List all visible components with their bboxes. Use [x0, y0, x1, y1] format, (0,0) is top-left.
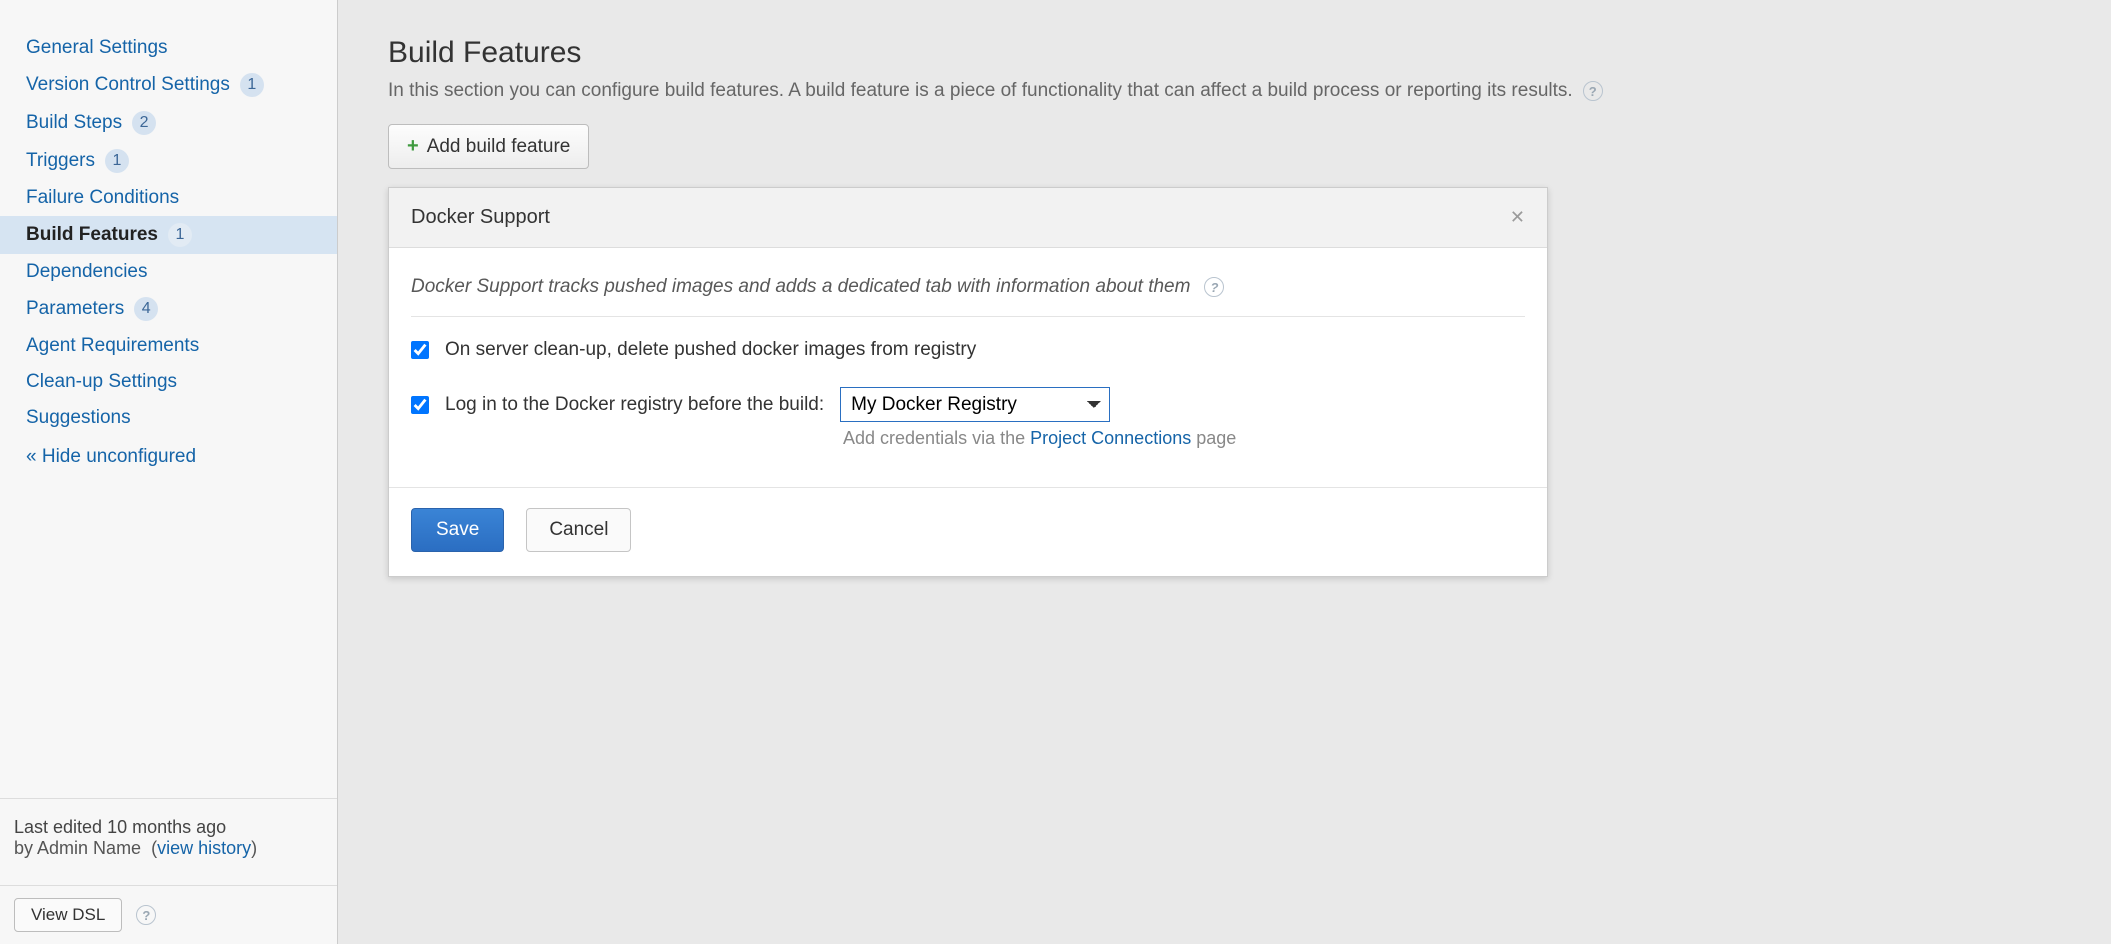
nav-build-features[interactable]: Build Features 1 [0, 216, 337, 254]
nav-label: Version Control Settings [26, 74, 230, 96]
panel-title: Docker Support [411, 206, 550, 229]
nav-failure-conditions[interactable]: Failure Conditions [0, 180, 337, 216]
hint-prefix: Add credentials via the [843, 428, 1030, 448]
nav-agent-requirements[interactable]: Agent Requirements [0, 328, 337, 364]
nav-cleanup-settings[interactable]: Clean-up Settings [0, 364, 337, 400]
project-connections-link[interactable]: Project Connections [1030, 428, 1191, 448]
nav-label: Parameters [26, 298, 124, 320]
hide-unconfigured-link[interactable]: « Hide unconfigured [0, 436, 337, 496]
cancel-button[interactable]: Cancel [526, 508, 631, 552]
view-history-link[interactable]: view history [157, 838, 251, 858]
cleanup-label: On server clean-up, delete pushed docker… [445, 339, 976, 361]
sidebar: General Settings Version Control Setting… [0, 0, 338, 944]
help-icon[interactable]: ? [136, 905, 156, 925]
main-content: Build Features In this section you can c… [338, 0, 2111, 944]
add-feature-label: Add build feature [427, 136, 571, 158]
nav-triggers[interactable]: Triggers 1 [0, 142, 337, 180]
nav-label: Triggers [26, 150, 95, 172]
nav-label: Failure Conditions [26, 187, 179, 209]
add-build-feature-button[interactable]: + Add build feature [388, 124, 589, 169]
login-checkbox[interactable] [411, 396, 429, 414]
sidebar-nav: General Settings Version Control Setting… [0, 30, 337, 798]
plus-icon: + [407, 135, 419, 158]
registry-select[interactable]: My Docker Registry [840, 387, 1110, 422]
count-badge: 2 [132, 111, 156, 135]
nav-label: Build Steps [26, 112, 122, 134]
nav-label: Build Features [26, 224, 158, 246]
nav-general-settings[interactable]: General Settings [0, 30, 337, 66]
close-icon[interactable]: ✕ [1510, 207, 1525, 228]
nav-version-control-settings[interactable]: Version Control Settings 1 [0, 66, 337, 104]
login-label: Log in to the Docker registry before the… [445, 394, 824, 416]
editor-name: Admin Name [37, 838, 141, 858]
nav-label: Clean-up Settings [26, 371, 177, 393]
page-title: Build Features [388, 36, 2061, 70]
count-badge: 1 [168, 223, 192, 247]
count-badge: 1 [105, 149, 129, 173]
by-prefix: by [14, 838, 33, 858]
panel-header: Docker Support ✕ [389, 188, 1547, 248]
nav-parameters[interactable]: Parameters 4 [0, 290, 337, 328]
count-badge: 1 [240, 73, 264, 97]
panel-actions: Save Cancel [389, 487, 1547, 576]
nav-label: General Settings [26, 37, 168, 59]
help-icon[interactable]: ? [1204, 277, 1224, 297]
save-button[interactable]: Save [411, 508, 504, 552]
nav-label: Suggestions [26, 407, 131, 429]
nav-suggestions[interactable]: Suggestions [0, 400, 337, 436]
cleanup-checkbox[interactable] [411, 341, 429, 359]
panel-description: Docker Support tracks pushed images and … [411, 276, 1190, 298]
credentials-hint: Add credentials via the Project Connecti… [411, 428, 1525, 449]
docker-support-panel: Docker Support ✕ Docker Support tracks p… [388, 187, 1548, 577]
view-dsl-button[interactable]: View DSL [14, 898, 122, 932]
subtitle-text: In this section you can configure build … [388, 80, 1573, 102]
nav-label: Dependencies [26, 261, 147, 283]
view-dsl-row: View DSL ? [0, 885, 337, 944]
cleanup-row: On server clean-up, delete pushed docker… [411, 335, 1525, 383]
page-subtitle: In this section you can configure build … [388, 80, 2061, 102]
last-edited-prefix: Last edited [14, 817, 102, 837]
count-badge: 4 [134, 297, 158, 321]
hint-suffix: page [1191, 428, 1236, 448]
help-icon[interactable]: ? [1583, 81, 1603, 101]
nav-dependencies[interactable]: Dependencies [0, 254, 337, 290]
last-edited-time: 10 months ago [107, 817, 226, 837]
panel-body: Docker Support tracks pushed images and … [389, 248, 1547, 487]
nav-build-steps[interactable]: Build Steps 2 [0, 104, 337, 142]
sidebar-footer: Last edited 10 months ago by Admin Name … [0, 798, 337, 885]
nav-label: Agent Requirements [26, 335, 199, 357]
